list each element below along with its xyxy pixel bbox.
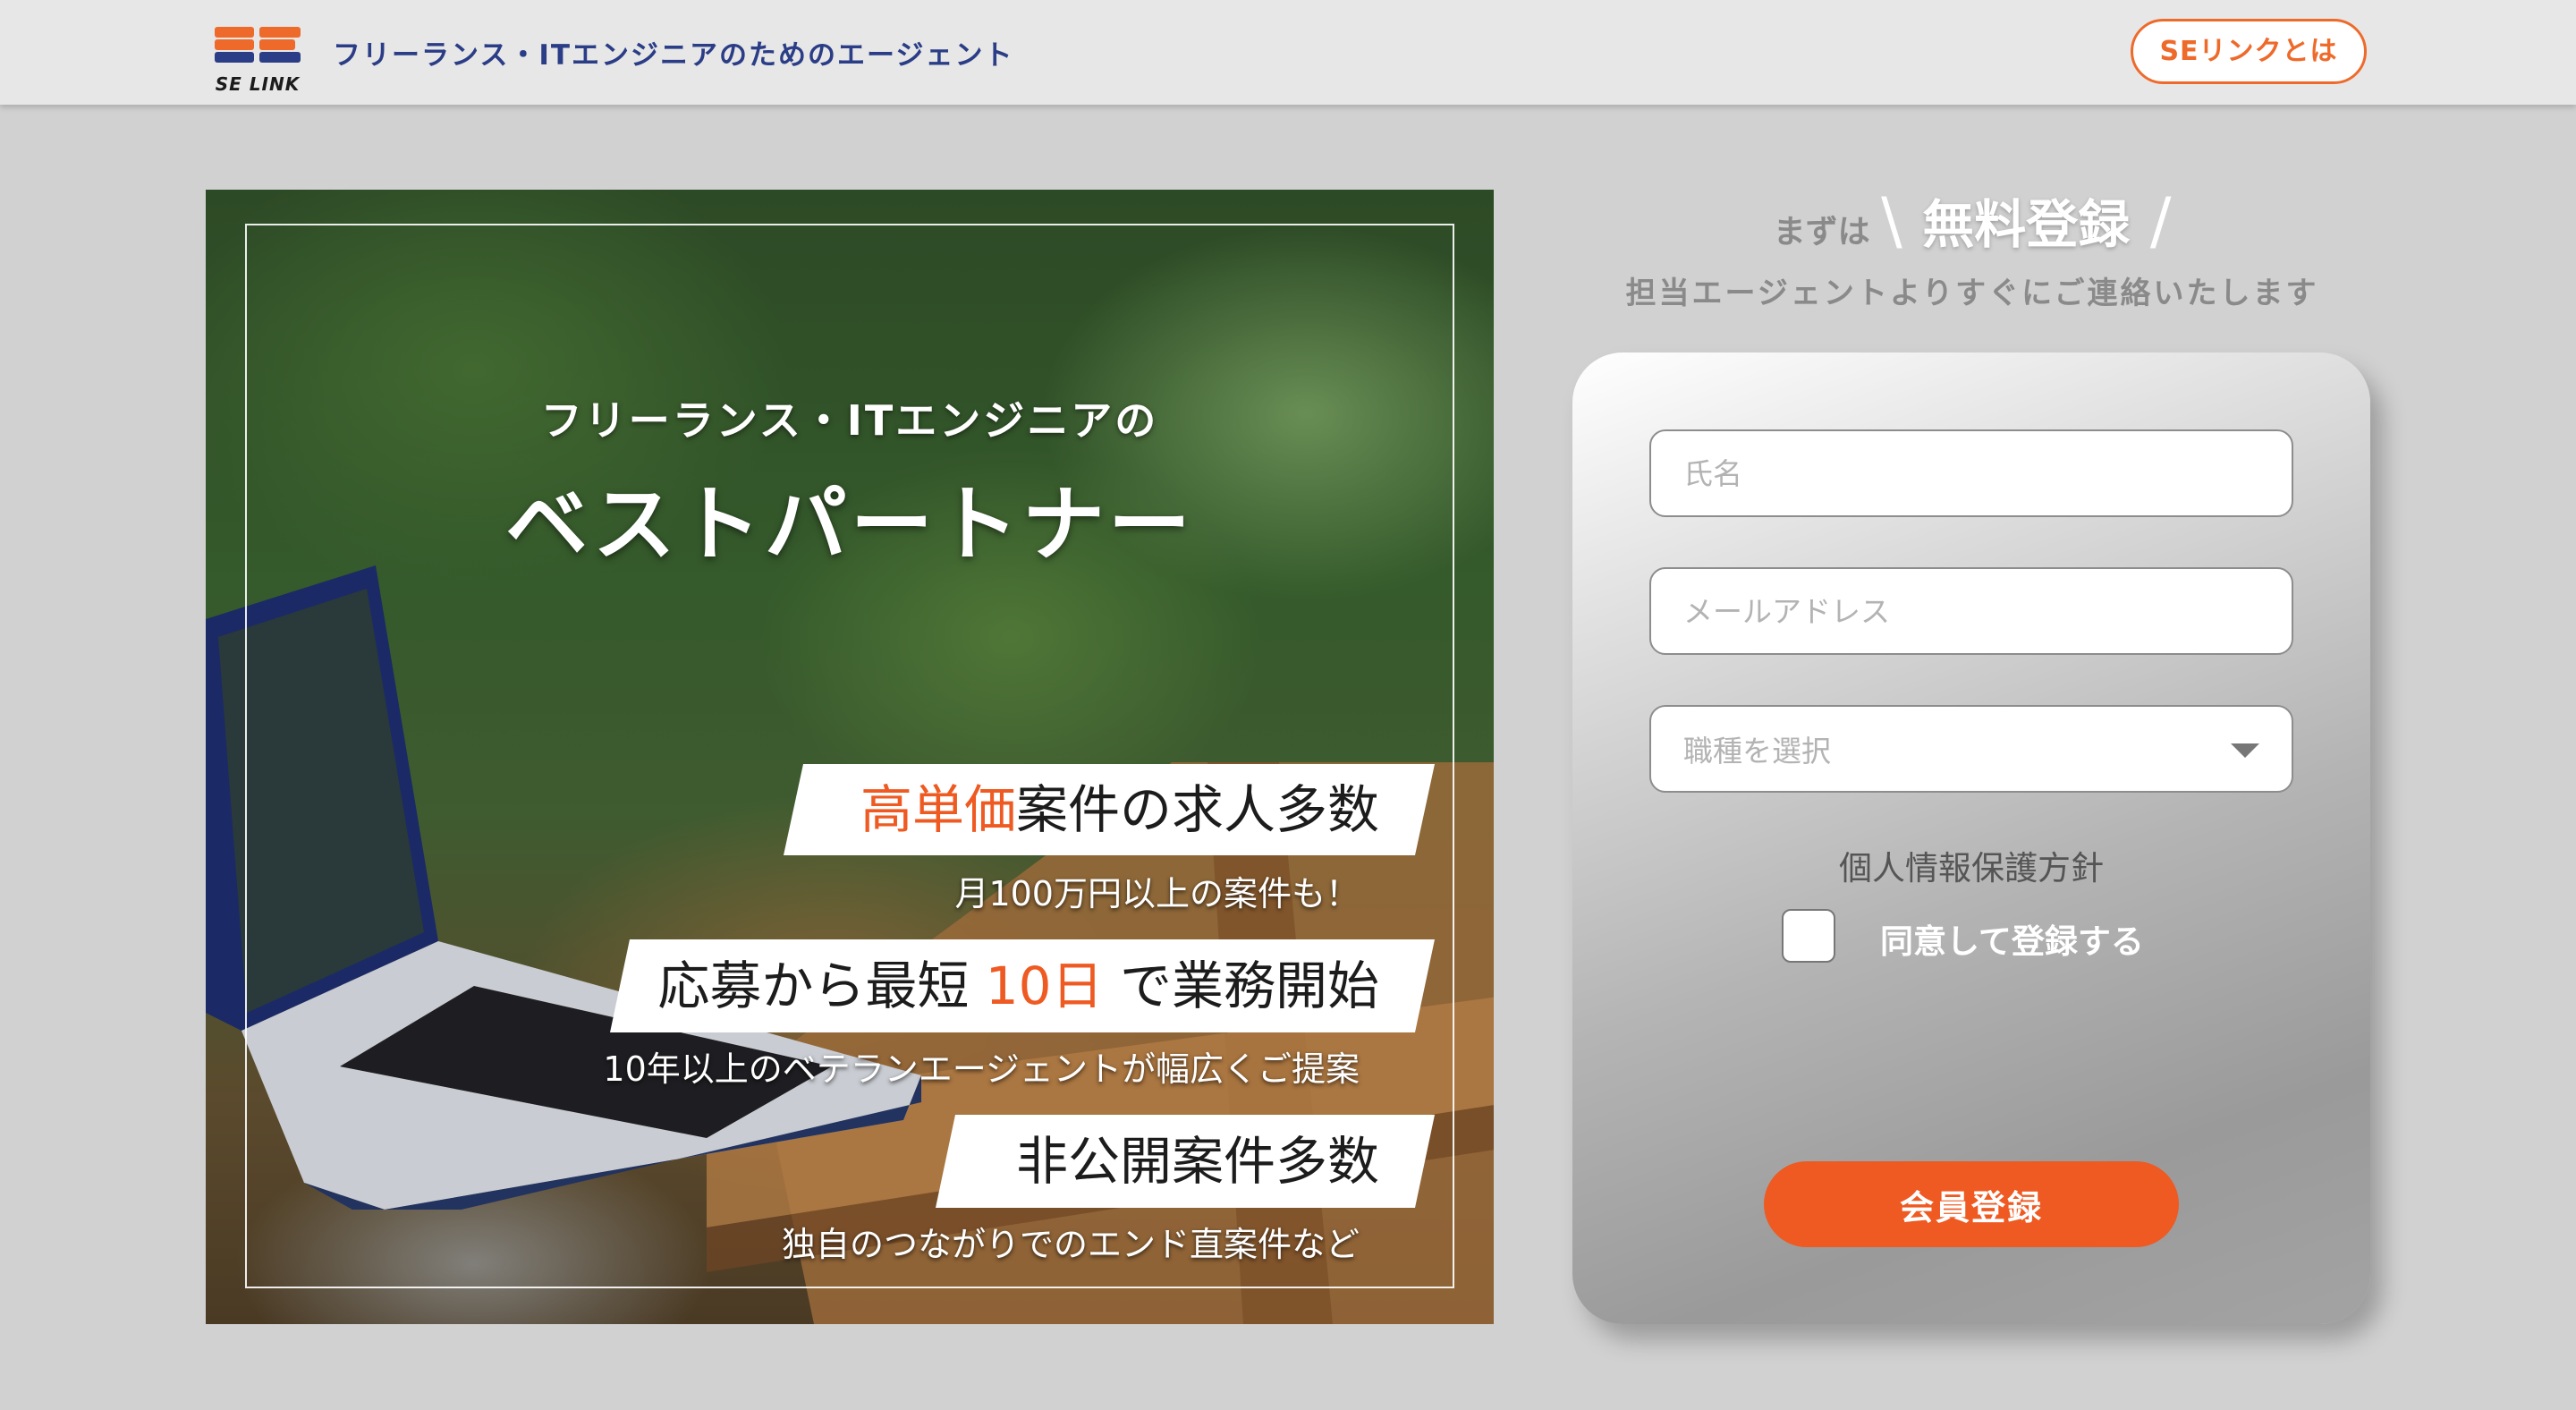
feature-text: 案件の求人多数 bbox=[1015, 779, 1379, 840]
registration-form: 職種を選択 個人情報保護方針 同意して登録する 会員登録 bbox=[1572, 352, 2370, 1324]
hero-banner: フリーランス・ITエンジニアの ベストパートナー 高単価案件の求人多数 月100… bbox=[206, 190, 1494, 1324]
feature-highlight: 高単価 bbox=[860, 779, 1016, 840]
feature-banner-quick-start: 応募から最短 10日 で業務開始 bbox=[610, 939, 1435, 1032]
feature-highlight: 10日 bbox=[985, 956, 1104, 1016]
site-header: SE LINK フリーランス・ITエンジニアのためのエージェント SEリンクとは bbox=[0, 0, 2576, 105]
slash-right-icon: / bbox=[2149, 184, 2172, 258]
feature-note: 10年以上のベテランエージェントが幅広くご提案 bbox=[603, 1049, 1360, 1089]
feature-note: 独自のつながりでのエンド直案件など bbox=[781, 1225, 1360, 1264]
free-registration-title: 無料登録 bbox=[1922, 194, 2131, 255]
name-input[interactable] bbox=[1649, 429, 2293, 517]
agree-label[interactable]: 同意して登録する bbox=[1880, 914, 2144, 963]
hero-subtitle: フリーランス・ITエンジニアの bbox=[540, 396, 1159, 445]
job-type-select-value: 職種を選択 bbox=[1683, 734, 1831, 769]
agree-checkbox[interactable] bbox=[1782, 909, 1835, 963]
se-link-logo[interactable]: SE LINK bbox=[211, 21, 304, 97]
chevron-down-icon bbox=[2231, 743, 2259, 758]
logo-wordmark: SE LINK bbox=[215, 73, 301, 95]
slash-left-icon: \ bbox=[1881, 184, 1902, 258]
job-type-select[interactable]: 職種を選択 bbox=[1649, 705, 2293, 793]
feature-banner-private-jobs: 非公開案件多数 bbox=[936, 1115, 1435, 1208]
feature-text: 非公開案件多数 bbox=[1015, 1131, 1379, 1192]
hero-title: ベストパートナー bbox=[505, 477, 1194, 573]
feature-text-suffix: で業務開始 bbox=[1103, 956, 1379, 1016]
feature-text-prefix: 応募から最短 bbox=[657, 956, 986, 1016]
about-se-link-button[interactable]: SEリンクとは bbox=[2131, 19, 2367, 84]
email-input[interactable] bbox=[1649, 567, 2293, 655]
privacy-policy-link[interactable]: 個人情報保護方針 bbox=[1572, 841, 2370, 889]
feature-note: 月100万円以上の案件も！ bbox=[954, 874, 1360, 913]
register-submit-button[interactable]: 会員登録 bbox=[1764, 1161, 2179, 1247]
registration-lead: まずは bbox=[1773, 214, 1870, 251]
registration-description: 担当エージェントよりすぐにご連絡いたします bbox=[1625, 276, 2319, 311]
se-logo-mark-icon bbox=[215, 27, 301, 63]
registration-heading: まずは \ 無料登録 / bbox=[1637, 183, 2308, 258]
header-tagline: フリーランス・ITエンジニアのためのエージェント bbox=[333, 39, 1014, 72]
feature-banner-high-pay: 高単価案件の求人多数 bbox=[784, 764, 1435, 855]
